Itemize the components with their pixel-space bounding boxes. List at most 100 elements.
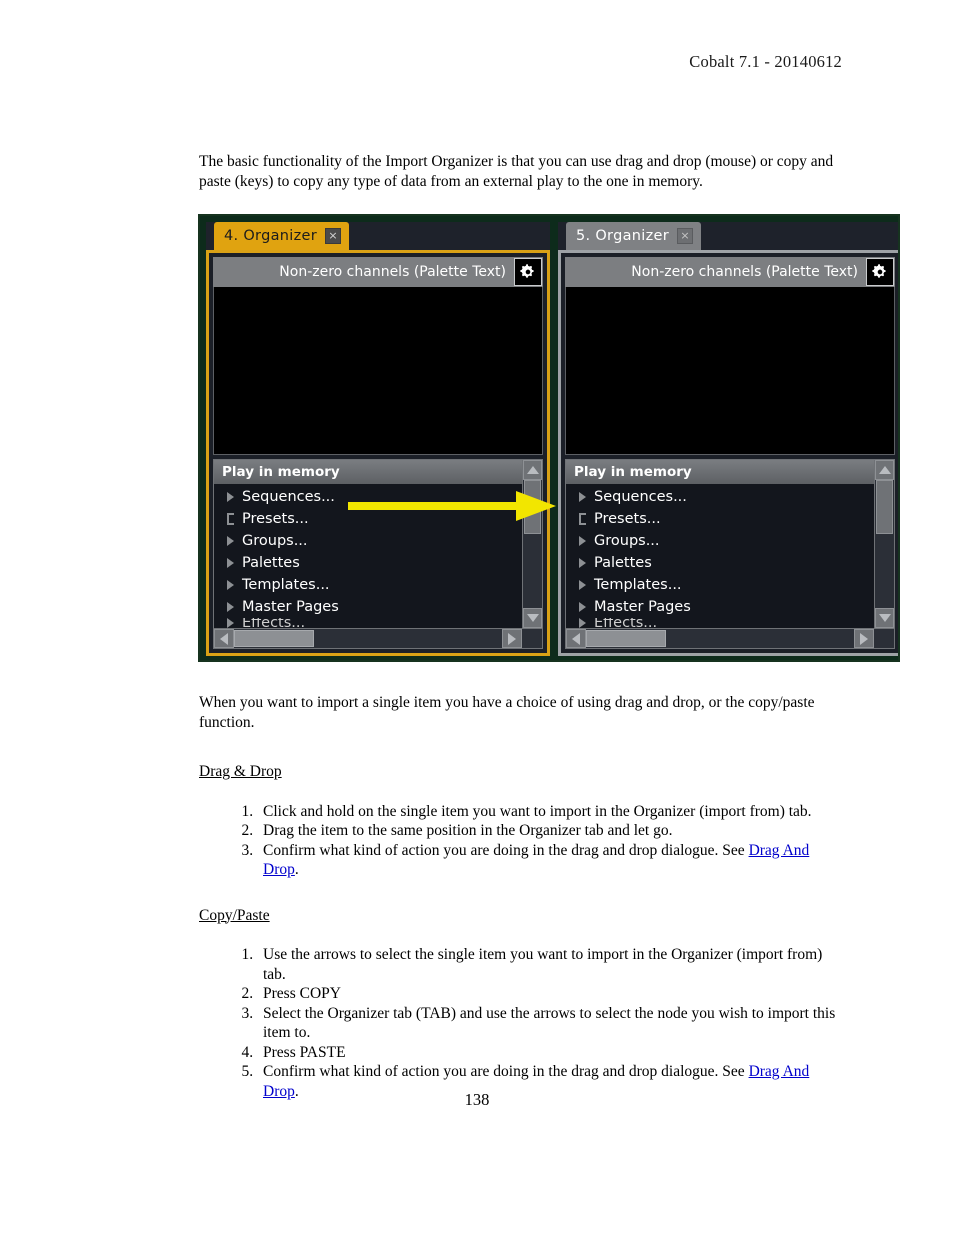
panel-title-text: Non-zero channels (Palette Text) xyxy=(631,264,858,280)
close-icon[interactable]: × xyxy=(324,228,341,244)
leaf-branch-icon xyxy=(574,513,590,525)
expander-triangle-icon[interactable] xyxy=(574,536,590,546)
step-text: Click and hold on the single item you wa… xyxy=(263,802,812,820)
expander-triangle-icon[interactable] xyxy=(574,580,590,590)
expander-triangle-icon[interactable] xyxy=(222,602,238,612)
expander-triangle-icon[interactable] xyxy=(574,618,590,628)
list-item: Press COPY xyxy=(257,984,845,1004)
scroll-right-icon[interactable] xyxy=(502,629,522,648)
tree-item-label: Sequences... xyxy=(594,489,687,505)
vertical-scroll-track[interactable] xyxy=(875,480,894,608)
list-item: Use the arrows to select the single item… xyxy=(257,945,845,984)
tree-item-label: Palettes xyxy=(594,555,652,571)
tree-list-right[interactable]: Sequences... Presets... Groups... Palett… xyxy=(566,484,874,628)
vertical-scroll-track[interactable] xyxy=(523,480,542,608)
tree-item-label: Templates... xyxy=(242,577,330,593)
organizer-panel-right[interactable]: 5. Organizer × Non-zero channels (Palett… xyxy=(558,222,898,656)
list-item[interactable]: Palettes xyxy=(566,552,874,574)
step-text: Select the Organizer tab (TAB) and use t… xyxy=(263,1004,836,1042)
horizontal-scrollbar-left[interactable] xyxy=(214,628,542,648)
list-item: Click and hold on the single item you wa… xyxy=(257,802,845,822)
tree-item-label: Presets... xyxy=(594,511,661,527)
tree-item-label: Presets... xyxy=(242,511,309,527)
scroll-left-icon[interactable] xyxy=(214,629,234,648)
list-item[interactable]: Sequences... xyxy=(214,486,522,508)
scroll-down-icon[interactable] xyxy=(875,608,894,628)
scroll-up-icon[interactable] xyxy=(875,460,894,480)
section-heading-copy-paste: Copy/Paste xyxy=(199,906,270,924)
list-item[interactable]: Sequences... xyxy=(566,486,874,508)
vertical-scrollbar-left[interactable] xyxy=(522,460,542,628)
tree-item-label: Effects... xyxy=(594,618,658,628)
tree-item-label: Templates... xyxy=(594,577,682,593)
panel-frame-left: Non-zero channels (Palette Text) Play in… xyxy=(206,250,550,656)
tab-strip-left: 4. Organizer × xyxy=(206,222,550,250)
tree-item-label: Effects... xyxy=(242,618,306,628)
panel-canvas-right[interactable] xyxy=(565,287,895,455)
list-item[interactable]: Effects... xyxy=(566,618,874,628)
expander-triangle-icon[interactable] xyxy=(574,558,590,568)
list-item[interactable]: Palettes xyxy=(214,552,522,574)
expander-triangle-icon[interactable] xyxy=(574,602,590,612)
step-text: Use the arrows to select the single item… xyxy=(263,946,823,983)
tree-item-label: Groups... xyxy=(594,533,660,549)
list-item[interactable]: Presets... xyxy=(566,508,874,530)
horizontal-scroll-thumb[interactable] xyxy=(586,630,667,647)
expander-triangle-icon[interactable] xyxy=(574,492,590,502)
steps-list-copy-paste: Use the arrows to select the single item… xyxy=(199,945,845,1101)
document-header-version: Cobalt 7.1 - 20140612 xyxy=(689,52,842,71)
scroll-up-icon[interactable] xyxy=(523,460,542,480)
expander-triangle-icon[interactable] xyxy=(222,536,238,546)
list-item[interactable]: Master Pages xyxy=(566,596,874,618)
list-item[interactable]: Presets... xyxy=(214,508,522,530)
close-icon[interactable]: × xyxy=(676,228,693,244)
list-item[interactable]: Effects... xyxy=(214,618,522,628)
panel-frame-right: Non-zero channels (Palette Text) Play in… xyxy=(558,250,898,656)
page-number: 138 xyxy=(464,1090,490,1109)
tree-list-left[interactable]: Sequences... Presets... Groups... Palett… xyxy=(214,484,522,628)
expander-triangle-icon[interactable] xyxy=(222,618,238,628)
vertical-scroll-thumb[interactable] xyxy=(876,480,893,534)
horizontal-scroll-track[interactable] xyxy=(586,629,854,648)
step-text: Confirm what kind of action you are doin… xyxy=(263,841,749,859)
horizontal-scroll-track[interactable] xyxy=(234,629,502,648)
horizontal-scroll-thumb[interactable] xyxy=(234,630,315,647)
expander-triangle-icon[interactable] xyxy=(222,558,238,568)
scroll-left-icon[interactable] xyxy=(566,629,586,648)
list-item[interactable]: Templates... xyxy=(566,574,874,596)
tab-strip-right: 5. Organizer × xyxy=(558,222,898,250)
list-item[interactable]: Master Pages xyxy=(214,596,522,618)
step-text-tail: . xyxy=(294,861,299,878)
organizer-screenshot-figure: 4. Organizer × Non-zero channels (Palett… xyxy=(198,214,900,662)
expander-triangle-icon[interactable] xyxy=(222,580,238,590)
tab-organizer-4[interactable]: 4. Organizer × xyxy=(214,222,349,250)
tree-header-play-in-memory: Play in memory xyxy=(566,460,874,484)
leaf-branch-icon xyxy=(222,513,238,525)
section-drag-drop: Drag & Drop Click and hold on the single… xyxy=(199,762,845,880)
tab-organizer-5[interactable]: 5. Organizer × xyxy=(566,222,701,250)
organizer-panel-left[interactable]: 4. Organizer × Non-zero channels (Palett… xyxy=(206,222,550,656)
list-item: Confirm what kind of action you are doin… xyxy=(257,841,845,880)
intro-paragraph: The basic functionality of the Import Or… xyxy=(199,153,834,190)
vertical-scroll-thumb[interactable] xyxy=(524,480,541,534)
scrollbar-corner xyxy=(874,629,894,648)
tree-item-label: Master Pages xyxy=(594,599,691,615)
gear-icon[interactable] xyxy=(514,258,542,286)
step-text: Drag the item to the same position in th… xyxy=(263,822,673,839)
list-item[interactable]: Templates... xyxy=(214,574,522,596)
step-text: Press COPY xyxy=(263,985,341,1002)
list-item[interactable]: Groups... xyxy=(566,530,874,552)
scroll-right-icon[interactable] xyxy=(854,629,874,648)
expander-triangle-icon[interactable] xyxy=(222,492,238,502)
tree-header-play-in-memory: Play in memory xyxy=(214,460,522,484)
gear-icon[interactable] xyxy=(866,258,894,286)
tree-item-label: Master Pages xyxy=(242,599,339,615)
step-text: Confirm what kind of action you are doin… xyxy=(263,1063,749,1080)
horizontal-scrollbar-right[interactable] xyxy=(566,628,894,648)
list-item[interactable]: Groups... xyxy=(214,530,522,552)
step-text: Press PASTE xyxy=(263,1043,346,1061)
panel-canvas-left[interactable] xyxy=(213,287,543,455)
scroll-down-icon[interactable] xyxy=(523,608,542,628)
panel-title-text: Non-zero channels (Palette Text) xyxy=(279,264,506,280)
vertical-scrollbar-right[interactable] xyxy=(874,460,894,628)
